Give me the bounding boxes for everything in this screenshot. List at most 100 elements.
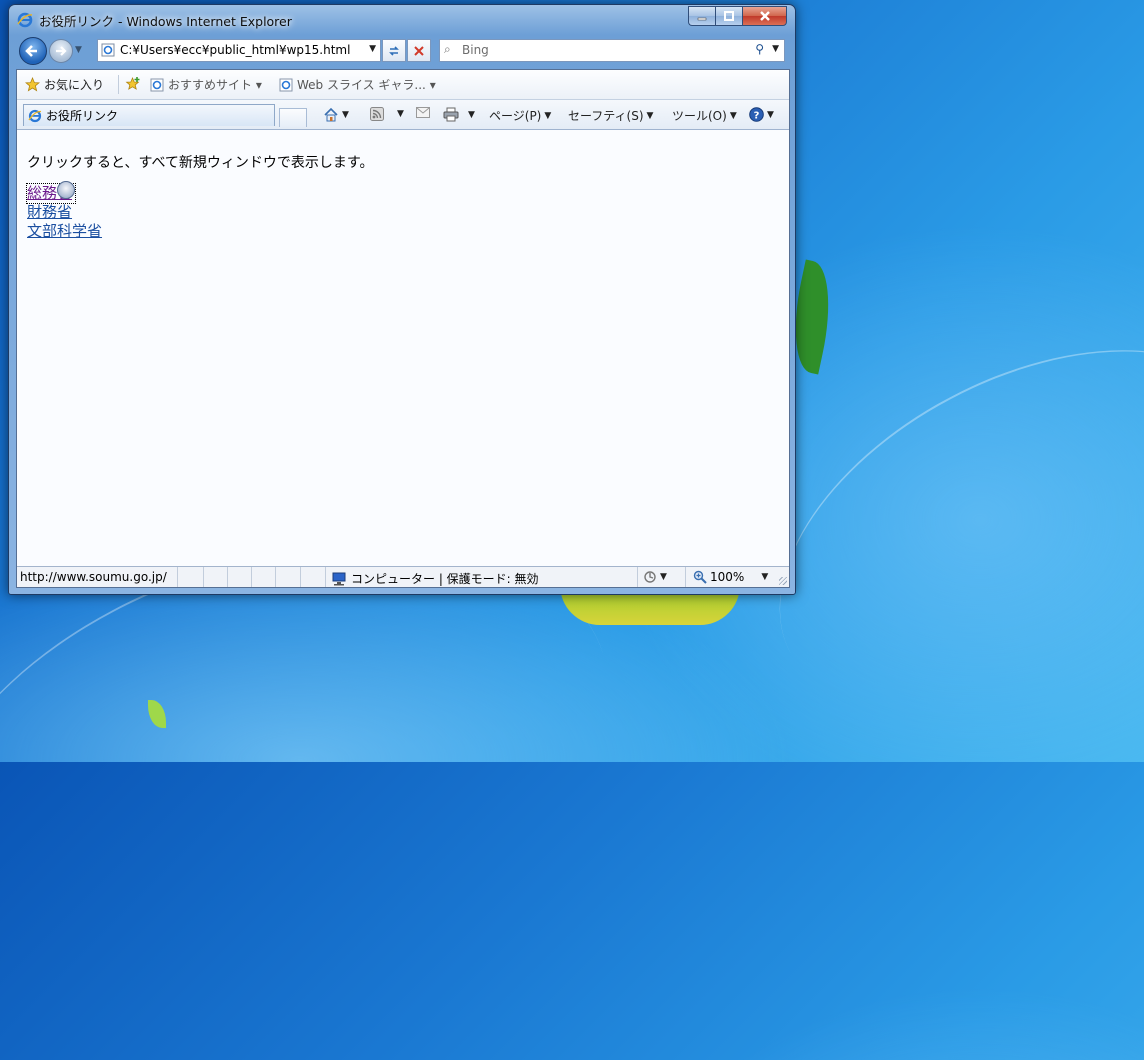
forward-button[interactable] — [49, 39, 73, 63]
computer-icon — [332, 572, 346, 585]
print-button[interactable]: ▼ — [443, 107, 475, 122]
popup-blocker-button[interactable]: ▼ — [643, 570, 667, 584]
intro-text: クリックすると、すべて新規ウィンドウで表示します。 — [27, 155, 374, 171]
search-dropdown-icon[interactable]: ▼ — [772, 44, 779, 54]
zone-text: コンピューター | 保護モード: 無効 — [351, 572, 539, 586]
stop-icon — [414, 45, 424, 56]
status-bar: http://www.soumu.go.jp/ コンピューター | 保護モード:… — [17, 566, 789, 587]
recent-pages-dropdown[interactable]: ▼ — [75, 45, 82, 55]
print-dropdown-icon[interactable]: ▼ — [468, 110, 475, 120]
back-arrow-icon — [25, 45, 37, 57]
tools-menu-label: ツール(O) — [672, 109, 727, 123]
zoom-dropdown-icon[interactable]: ▼ — [761, 572, 768, 582]
search-icon[interactable]: ⚲ — [755, 42, 764, 56]
rss-icon — [370, 107, 384, 121]
suggested-sites-label: おすすめサイト ▾ — [168, 78, 262, 92]
new-tab-button[interactable] — [279, 108, 307, 127]
address-url[interactable]: C:¥Users¥ecc¥public_html¥wp15.html — [120, 43, 350, 57]
ie-logo-icon — [279, 78, 293, 91]
mail-icon — [416, 107, 430, 118]
ie-logo-icon — [17, 12, 33, 28]
favorites-bar: お気に入り おすすめサイト ▾ Web スライス ギャラ... ▾ — [17, 70, 789, 100]
status-divider — [227, 567, 228, 587]
navigation-bar: ▼ C:¥Users¥ecc¥public_html¥wp15.html ▼ ⌕… — [15, 36, 789, 66]
refresh-button[interactable] — [382, 39, 406, 62]
title-bar[interactable]: お役所リンク - Windows Internet Explorer — [9, 5, 795, 35]
home-button[interactable]: ▼ — [323, 107, 349, 122]
status-divider — [203, 567, 204, 587]
status-divider — [251, 567, 252, 587]
address-bar[interactable]: C:¥Users¥ecc¥public_html¥wp15.html ▼ — [97, 39, 381, 62]
address-dropdown-icon[interactable]: ▼ — [369, 44, 376, 54]
close-icon — [759, 11, 770, 21]
safety-menu[interactable]: セーフティ(S) ▼ — [568, 107, 653, 124]
read-mail-button[interactable] — [416, 107, 430, 118]
help-icon: ? — [749, 107, 764, 122]
minimize-icon — [697, 17, 707, 21]
link-monbukagaku[interactable]: 文部科学省 — [27, 222, 102, 241]
maximize-button[interactable] — [715, 6, 742, 26]
web-slice-gallery-label: Web スライス ギャラ... ▾ — [297, 78, 436, 92]
help-button[interactable]: ? ▼ — [749, 107, 774, 122]
status-url: http://www.soumu.go.jp/ — [20, 570, 167, 584]
home-icon — [324, 107, 338, 122]
tools-menu[interactable]: ツール(O) ▼ — [672, 107, 737, 124]
ie-logo-icon — [150, 78, 164, 91]
page-menu-label: ページ(P) — [489, 109, 542, 123]
security-zone[interactable]: コンピューター | 保護モード: 無効 — [331, 570, 539, 587]
page-icon — [101, 43, 115, 57]
safety-menu-label: セーフティ(S) — [568, 109, 644, 123]
status-divider — [325, 567, 326, 587]
link-zaimu[interactable]: 財務省 — [27, 203, 102, 222]
browser-client-area: お気に入り おすすめサイト ▾ Web スライス ギャラ... ▾ お役所リンク — [16, 69, 790, 588]
status-divider — [300, 567, 301, 587]
forward-arrow-icon — [56, 46, 67, 56]
home-dropdown-icon[interactable]: ▼ — [342, 110, 349, 120]
favorites-button[interactable]: お気に入り — [25, 76, 104, 93]
status-divider — [177, 567, 178, 587]
star-icon — [25, 77, 40, 92]
back-button[interactable] — [19, 37, 47, 65]
status-divider — [685, 567, 686, 587]
ie-logo-icon — [28, 109, 42, 122]
add-to-favorites-bar-button[interactable] — [125, 76, 141, 91]
window-title: お役所リンク - Windows Internet Explorer — [39, 14, 292, 29]
zoom-level: 100% — [710, 570, 745, 584]
resize-grip[interactable] — [779, 577, 787, 585]
feeds-button[interactable]: ▼ — [370, 107, 404, 121]
maximize-icon — [724, 11, 734, 21]
web-slice-gallery-link[interactable]: Web スライス ギャラ... ▾ — [279, 76, 436, 93]
add-favorites-icon — [125, 76, 140, 90]
feeds-dropdown-icon[interactable]: ▼ — [397, 109, 404, 119]
minimize-button[interactable] — [688, 6, 715, 26]
security-icon — [644, 571, 656, 583]
tab-active[interactable]: お役所リンク — [23, 104, 275, 126]
favorites-separator — [118, 75, 119, 94]
zoom-icon — [693, 570, 707, 584]
web-page-content: クリックすると、すべて新規ウィンドウで表示します。 総務省 財務省 文部科学省 — [17, 130, 789, 566]
busy-cursor-icon — [57, 181, 75, 199]
suggested-sites-link[interactable]: おすすめサイト ▾ — [150, 76, 262, 93]
tab-bar: お役所リンク ▼ ▼ ▼ ページ(P) ▼ セーフティ(S) ▼ ツール(O) … — [17, 100, 789, 130]
zoom-control[interactable]: 100% ▼ — [693, 570, 768, 584]
search-box[interactable]: ⌕ Bing ⚲ ▼ — [439, 39, 785, 62]
tools-menu-arrow-icon: ▼ — [729, 110, 737, 121]
close-button[interactable] — [742, 6, 787, 26]
tab-label: お役所リンク — [46, 109, 119, 123]
print-icon — [443, 107, 459, 122]
page-menu[interactable]: ページ(P) ▼ — [489, 107, 551, 124]
stop-button[interactable] — [407, 39, 431, 62]
search-placeholder: Bing — [462, 43, 489, 57]
caption-buttons — [688, 6, 787, 26]
ministry-links: 総務省 財務省 文部科学省 — [26, 181, 102, 241]
page-menu-arrow-icon: ▼ — [544, 110, 552, 121]
help-dropdown-icon[interactable]: ▼ — [767, 110, 774, 120]
security-dropdown-icon[interactable]: ▼ — [660, 572, 667, 582]
refresh-icon — [389, 45, 399, 56]
svg-text:?: ? — [754, 111, 760, 122]
safety-menu-arrow-icon: ▼ — [646, 110, 654, 121]
status-divider — [637, 567, 638, 587]
favorites-label: お気に入り — [44, 78, 105, 92]
search-provider-icon: ⌕ — [444, 42, 451, 56]
status-divider — [275, 567, 276, 587]
